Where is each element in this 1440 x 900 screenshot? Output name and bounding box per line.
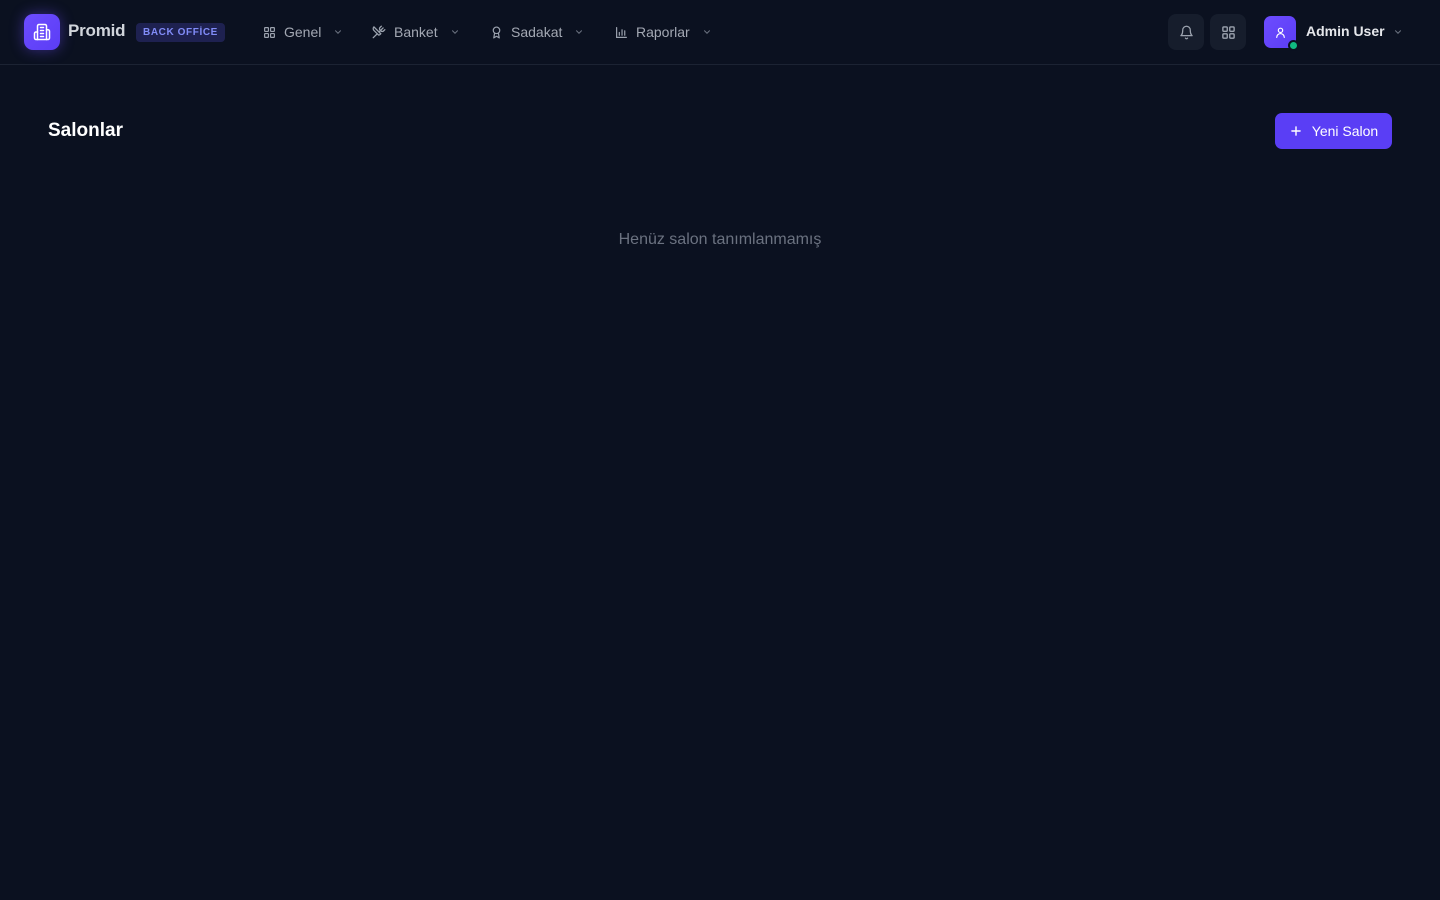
bar-chart-icon: [616, 26, 627, 38]
nav-item-genel[interactable]: Genel: [263, 20, 343, 44]
nav-item-raporlar[interactable]: Raporlar: [615, 20, 712, 44]
new-salon-label: Yeni Salon: [1311, 123, 1379, 139]
nav-item-sadakat[interactable]: Sadakat: [490, 20, 584, 44]
empty-state-message: Henüz salon tanımlanmamış: [618, 231, 822, 248]
nav-label: Genel: [284, 24, 322, 40]
utensils-icon: [372, 25, 386, 39]
online-status-dot: [1288, 40, 1299, 51]
nav-label: Sadakat: [511, 24, 563, 40]
chevron-down-icon[interactable]: [1393, 27, 1403, 37]
back-office-badge: BACK OFFİCE: [136, 23, 225, 42]
nav-item-banket[interactable]: Banket: [372, 20, 460, 44]
apps-grid-icon: [1221, 25, 1235, 39]
chevron-down-icon: [451, 30, 458, 34]
nav-label: Raporlar: [636, 24, 690, 40]
notifications-button[interactable]: [1168, 14, 1204, 50]
user-icon: [1275, 27, 1285, 38]
user-name[interactable]: Admin User: [1306, 23, 1385, 39]
plus-icon: [1290, 126, 1301, 136]
chevron-down-icon: [576, 30, 583, 34]
new-salon-button[interactable]: Yeni Salon: [1275, 113, 1392, 149]
award-icon: [492, 25, 501, 39]
page-title: Salonlar: [48, 120, 123, 141]
apps-button[interactable]: [1210, 14, 1246, 50]
bell-icon: [1179, 25, 1193, 39]
brand-name[interactable]: Promid: [68, 21, 126, 41]
top-navbar: Promid BACK OFFİCE Genel Banket Sadakat …: [0, 0, 1440, 65]
building-icon: [33, 23, 51, 41]
logo[interactable]: [24, 14, 60, 50]
chevron-down-icon: [703, 30, 710, 34]
nav-label: Banket: [394, 24, 438, 40]
avatar[interactable]: [1264, 16, 1299, 51]
grid-icon: [264, 26, 275, 38]
chevron-down-icon: [335, 30, 342, 34]
